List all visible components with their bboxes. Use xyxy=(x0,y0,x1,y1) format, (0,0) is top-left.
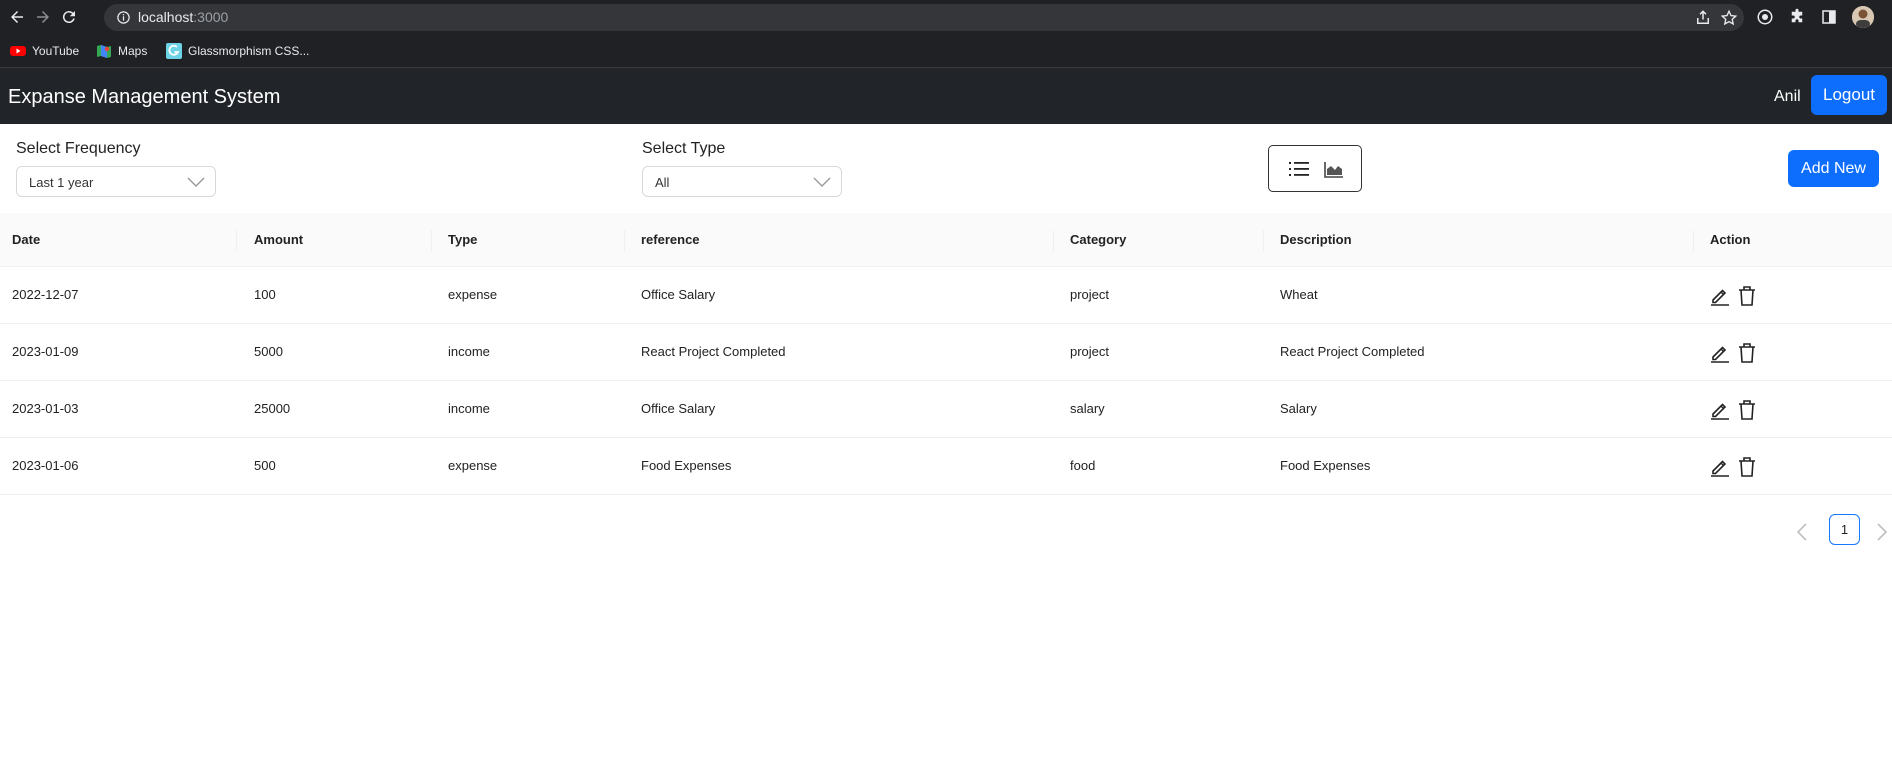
column-category: Category xyxy=(1070,232,1127,247)
cell-date: 2023-01-09 xyxy=(12,344,79,359)
pagination-page[interactable]: 1 xyxy=(1829,514,1860,545)
info-icon xyxy=(117,11,130,24)
type-value: All xyxy=(655,175,670,190)
column-divider xyxy=(624,230,625,252)
reload-icon xyxy=(62,11,75,24)
cell-reference: Food Expenses xyxy=(641,458,732,473)
extension-target-icon[interactable] xyxy=(1756,8,1774,26)
reload-button[interactable] xyxy=(58,6,80,28)
cell-category: food xyxy=(1070,458,1096,473)
star-icon[interactable] xyxy=(1720,9,1738,27)
user-name: Anil xyxy=(1774,88,1801,105)
column-divider xyxy=(1693,230,1694,252)
frequency-value: Last 1 year xyxy=(29,175,94,190)
column-divider xyxy=(431,230,432,252)
transactions-table: Date Amount Type reference Category Desc… xyxy=(0,213,1892,495)
cell-reference: Office Salary xyxy=(641,401,716,416)
arrow-left-icon xyxy=(11,11,23,23)
list-view-icon[interactable] xyxy=(1289,160,1309,178)
column-date: Date xyxy=(12,232,41,247)
edit-icon[interactable] xyxy=(1710,342,1730,363)
browser-toolbar: localhost:3000 xyxy=(0,0,1892,34)
edit-icon[interactable] xyxy=(1710,456,1730,477)
bookmarks-bar: YouTube Maps Glassmorphism CSS... xyxy=(0,34,1892,68)
type-label: Select Type xyxy=(642,140,726,157)
side-panel-icon[interactable] xyxy=(1820,8,1838,26)
frequency-select[interactable]: Last 1 year xyxy=(16,166,216,197)
url-text: localhost:3000 xyxy=(138,9,229,25)
puzzle-icon[interactable] xyxy=(1788,8,1806,26)
bookmark-maps[interactable]: Maps xyxy=(96,43,147,59)
person-icon xyxy=(1852,6,1874,28)
address-bar[interactable]: localhost:3000 xyxy=(104,4,1744,31)
delete-icon[interactable] xyxy=(1737,285,1757,306)
column-amount: Amount xyxy=(254,232,304,247)
cell-amount: 5000 xyxy=(254,344,283,359)
edit-icon[interactable] xyxy=(1710,399,1730,420)
table-row: 2022-12-07 100 expense Office Salary pro… xyxy=(0,267,1892,324)
delete-icon[interactable] xyxy=(1737,342,1757,363)
cell-type: income xyxy=(448,401,490,416)
cell-category: project xyxy=(1070,287,1110,302)
share-icon[interactable] xyxy=(1694,9,1712,27)
cell-type: expense xyxy=(448,458,498,473)
back-button[interactable] xyxy=(6,6,28,28)
delete-icon[interactable] xyxy=(1737,399,1757,420)
cell-amount: 25000 xyxy=(254,401,291,416)
column-divider xyxy=(1053,230,1054,252)
cell-date: 2023-01-03 xyxy=(12,401,79,416)
profile-avatar[interactable] xyxy=(1852,6,1874,28)
add-new-button[interactable]: Add New xyxy=(1788,150,1879,187)
table-row: 2023-01-03 25000 income Office Salary sa… xyxy=(0,381,1892,438)
cell-reference: Office Salary xyxy=(641,287,716,302)
column-divider xyxy=(236,230,237,252)
area-chart-icon[interactable] xyxy=(1324,160,1344,178)
cell-date: 2023-01-06 xyxy=(12,458,79,473)
forward-button[interactable] xyxy=(32,6,54,28)
chevron-down-icon xyxy=(187,177,205,187)
type-select[interactable]: All xyxy=(642,166,842,197)
app-navbar: Expanse Management System Anil Logout xyxy=(0,68,1892,124)
youtube-icon xyxy=(10,46,26,56)
maps-icon xyxy=(97,45,111,58)
cell-category: salary xyxy=(1070,401,1105,416)
cell-type: income xyxy=(448,344,490,359)
edit-icon[interactable] xyxy=(1710,285,1730,306)
bookmark-youtube[interactable]: YouTube xyxy=(10,43,79,59)
view-toggle xyxy=(1268,145,1362,192)
column-action: Action xyxy=(1710,232,1751,247)
column-divider xyxy=(1263,230,1264,252)
cell-category: project xyxy=(1070,344,1110,359)
chevron-down-icon xyxy=(813,177,831,187)
bookmark-glassmorphism[interactable]: Glassmorphism CSS... xyxy=(166,43,309,59)
column-reference: reference xyxy=(641,232,700,247)
cell-type: expense xyxy=(448,287,498,302)
glassmorphism-icon xyxy=(166,43,182,59)
cell-description: Wheat xyxy=(1280,287,1318,302)
pagination-next-icon[interactable] xyxy=(1874,522,1890,542)
table-header: Date Amount Type reference Category Desc… xyxy=(0,213,1892,267)
column-description: Description xyxy=(1280,232,1352,247)
arrow-right-icon xyxy=(37,11,49,23)
frequency-label: Select Frequency xyxy=(16,140,141,157)
table-row: 2023-01-09 5000 income React Project Com… xyxy=(0,324,1892,381)
cell-date: 2022-12-07 xyxy=(12,287,79,302)
table-row: 2023-01-06 500 expense Food Expenses foo… xyxy=(0,438,1892,495)
cell-description: Salary xyxy=(1280,401,1317,416)
logout-button[interactable]: Logout xyxy=(1811,75,1887,115)
cell-reference: React Project Completed xyxy=(641,344,786,359)
pagination-prev-icon[interactable] xyxy=(1794,522,1810,542)
column-type: Type xyxy=(448,232,478,247)
delete-icon[interactable] xyxy=(1737,456,1757,477)
cell-description: React Project Completed xyxy=(1280,344,1425,359)
cell-amount: 100 xyxy=(254,287,276,302)
brand-title[interactable]: Expanse Management System xyxy=(8,86,280,109)
cell-description: Food Expenses xyxy=(1280,458,1371,473)
cell-amount: 500 xyxy=(254,458,276,473)
